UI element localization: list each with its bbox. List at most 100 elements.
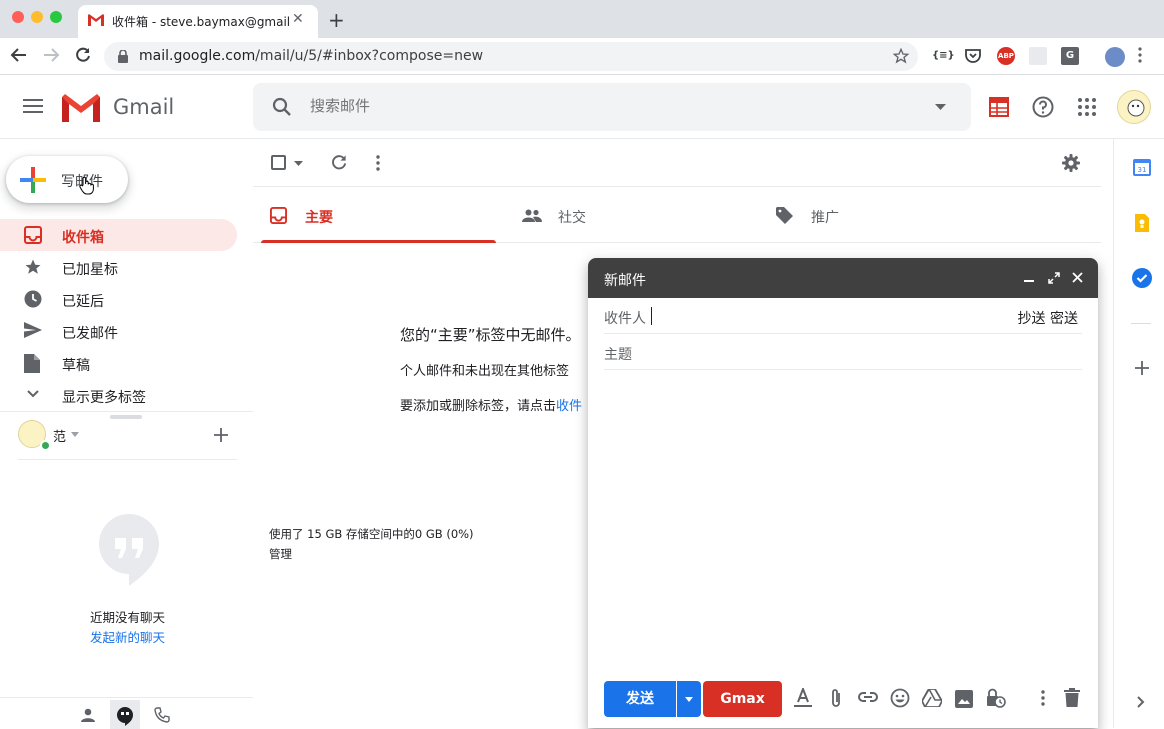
url-text: mail.google.com/mail/u/5/#inbox?compose=… [139, 48, 484, 64]
cc-bcc-links[interactable]: 抄送 密送 [1018, 308, 1078, 328]
subject-label: 主题 [604, 347, 632, 363]
forward-icon[interactable] [42, 46, 60, 64]
compose-window: 新邮件 收件人 抄送 密送 主题 发送 Gmax [588, 258, 1098, 728]
tab-promotions[interactable]: 推广 [768, 187, 1018, 243]
gmail-header: Gmail [0, 75, 1164, 139]
attach-file-icon[interactable] [830, 688, 842, 708]
google-drive-icon[interactable] [922, 689, 942, 707]
discard-draft-icon[interactable] [1064, 688, 1080, 707]
sidebar-item-more-labels[interactable]: 显示更多标签 [0, 379, 237, 411]
get-addons-icon[interactable] [1135, 361, 1149, 375]
tab-primary[interactable]: 主要 [253, 187, 503, 243]
back-icon[interactable] [10, 46, 28, 64]
window-zoom-button[interactable] [50, 11, 62, 23]
close-icon[interactable] [1072, 272, 1083, 283]
adblock-extension-icon[interactable]: ABP [997, 47, 1015, 65]
hangouts-tab-icon[interactable] [110, 700, 140, 729]
category-tabs: 主要 社交 推广 [253, 187, 1101, 243]
window-close-button[interactable] [12, 11, 24, 23]
insert-link-icon[interactable] [858, 691, 878, 703]
profile-avatar[interactable] [1105, 47, 1125, 67]
list-toolbar [253, 140, 1101, 187]
close-tab-icon[interactable]: ✕ [292, 11, 304, 27]
search-icon[interactable] [272, 97, 292, 117]
hangouts-divider [18, 459, 237, 460]
compose-button[interactable]: 写邮件 [6, 156, 128, 203]
contacts-icon[interactable] [81, 708, 95, 722]
caret-down-icon [71, 432, 79, 437]
caret-down-icon [685, 697, 693, 702]
keep-icon[interactable] [1135, 214, 1149, 232]
tab-title: 收件箱 - steve.baymax@gmail.com [112, 15, 290, 29]
subject-field[interactable]: 主题 [604, 334, 1082, 370]
pocket-extension-icon[interactable] [964, 47, 982, 65]
people-icon [522, 209, 542, 222]
to-field[interactable]: 收件人 抄送 密送 [604, 298, 1082, 334]
sidebar-item-sent[interactable]: 已发邮件 [0, 315, 237, 347]
phone-icon[interactable] [154, 707, 170, 723]
start-chat-link[interactable]: 发起新的聊天 [90, 627, 165, 646]
tab-social[interactable]: 社交 [515, 187, 765, 243]
lock-icon [118, 50, 128, 63]
reload-icon[interactable] [74, 46, 92, 64]
sidebar-item-inbox[interactable]: 收件箱 [0, 219, 237, 251]
more-options-icon[interactable] [376, 155, 380, 171]
refresh-icon[interactable] [331, 154, 348, 171]
to-label: 收件人 [604, 311, 646, 327]
hangouts-user-name: 范 [53, 430, 67, 445]
inbox-settings-link[interactable]: 收件 [556, 399, 582, 414]
compose-title: 新邮件 [604, 273, 646, 289]
sidebar-item-label: 已加星标 [62, 262, 118, 278]
grid-extension-icon[interactable] [1029, 47, 1047, 65]
apps-grid-icon[interactable] [1078, 98, 1096, 116]
json-extension-icon[interactable]: {≡} [932, 47, 955, 65]
send-button[interactable]: 发送 [604, 681, 676, 717]
settings-gear-icon[interactable] [1062, 154, 1080, 172]
compose-header[interactable]: 新邮件 [588, 258, 1098, 298]
confidential-mode-icon[interactable] [986, 688, 1006, 708]
search-bar[interactable] [253, 83, 971, 131]
insert-photo-icon[interactable] [955, 690, 973, 708]
message-body[interactable] [604, 374, 1082, 670]
select-options-icon[interactable] [294, 161, 303, 166]
calendar-icon[interactable]: 31 [1133, 158, 1151, 176]
address-bar[interactable]: mail.google.com/mail/u/5/#inbox?compose=… [104, 42, 918, 71]
new-tab-icon[interactable]: + [328, 8, 345, 32]
sidebar-scroll-handle[interactable] [110, 415, 142, 419]
formatting-options-icon[interactable] [794, 688, 812, 708]
tasks-icon[interactable] [1132, 268, 1152, 288]
gmail-logo-icon[interactable] [62, 94, 100, 122]
account-avatar[interactable] [1117, 90, 1151, 124]
sidebar-item-snoozed[interactable]: 已延后 [0, 283, 237, 315]
search-input[interactable] [310, 97, 910, 115]
main-menu-icon[interactable] [23, 98, 43, 114]
add-chat-icon[interactable] [214, 428, 228, 442]
more-options-icon[interactable] [1041, 690, 1045, 706]
spreadsheet-addon-icon[interactable] [989, 97, 1009, 117]
tag-icon [776, 207, 793, 224]
emoji-icon[interactable] [890, 688, 910, 708]
minimize-icon[interactable] [1024, 280, 1034, 282]
fullscreen-icon[interactable] [1048, 272, 1060, 284]
sidebar-item-starred[interactable]: 已加星标 [0, 251, 237, 283]
help-icon[interactable] [1032, 96, 1054, 118]
browser-tab[interactable]: 收件箱 - steve.baymax@gmail.com ✕ [78, 5, 318, 38]
browser-menu-icon[interactable] [1138, 47, 1156, 65]
g-extension-icon[interactable]: G [1061, 47, 1079, 65]
schedule-send-button[interactable] [677, 681, 701, 717]
hangouts-footer [0, 697, 253, 729]
side-panel-divider [1131, 323, 1151, 324]
expand-panel-icon[interactable] [1137, 696, 1145, 708]
bookmark-star-icon[interactable] [893, 48, 909, 64]
tab-label: 社交 [558, 210, 586, 226]
no-chats-text: 近期没有聊天 [90, 610, 166, 625]
search-options-icon[interactable] [935, 104, 946, 110]
compose-plus-icon [20, 167, 46, 193]
manage-storage-link[interactable]: 管理 [269, 546, 292, 562]
hangouts-user[interactable]: 范 [18, 420, 108, 452]
chevron-down-icon [27, 390, 39, 398]
select-all-checkbox[interactable] [271, 155, 286, 170]
window-minimize-button[interactable] [31, 11, 43, 23]
gmax-button[interactable]: Gmax [703, 681, 782, 717]
sidebar-item-drafts[interactable]: 草稿 [0, 347, 237, 379]
